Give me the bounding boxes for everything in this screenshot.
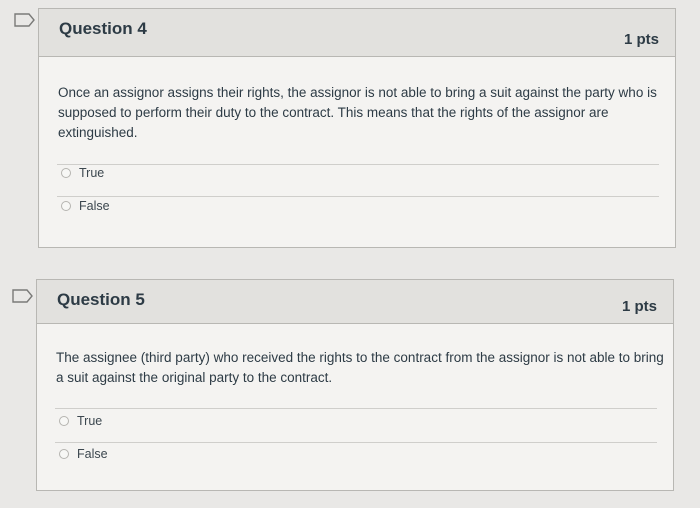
- question-5-card: Question 5 1 pts The assignee (third par…: [36, 279, 674, 491]
- question-text: Once an assignor assigns their rights, t…: [58, 85, 657, 140]
- radio-empty-icon[interactable]: [59, 416, 69, 426]
- radio-empty-icon[interactable]: [61, 201, 71, 211]
- question-4-card: Question 4 1 pts Once an assignor assign…: [38, 8, 676, 248]
- flag-question-icon[interactable]: [14, 13, 36, 27]
- answer-label: True: [79, 166, 105, 180]
- question-header: Question 4 1 pts: [39, 9, 675, 57]
- answer-divider: [57, 164, 659, 165]
- question-points: 1 pts: [623, 31, 659, 48]
- radio-empty-icon[interactable]: [61, 168, 71, 178]
- answer-option-true[interactable]: True: [61, 166, 104, 180]
- question-text: The assignee (third party) who received …: [56, 350, 664, 385]
- answer-label: True: [77, 414, 103, 428]
- flag-question-icon[interactable]: [12, 289, 34, 303]
- question-header: Question 5 1 pts: [37, 280, 673, 324]
- answer-divider: [55, 408, 657, 409]
- answer-option-false[interactable]: False: [61, 199, 110, 213]
- answer-option-false[interactable]: False: [59, 447, 108, 461]
- radio-empty-icon[interactable]: [59, 449, 69, 459]
- answer-divider: [57, 196, 659, 197]
- question-title: Question 5: [57, 290, 145, 309]
- answer-divider: [55, 442, 657, 443]
- answer-label: False: [77, 447, 108, 461]
- answer-label: False: [79, 199, 110, 213]
- question-points: 1 pts: [621, 298, 657, 315]
- question-title: Question 4: [59, 19, 147, 38]
- answer-option-true[interactable]: True: [59, 414, 102, 428]
